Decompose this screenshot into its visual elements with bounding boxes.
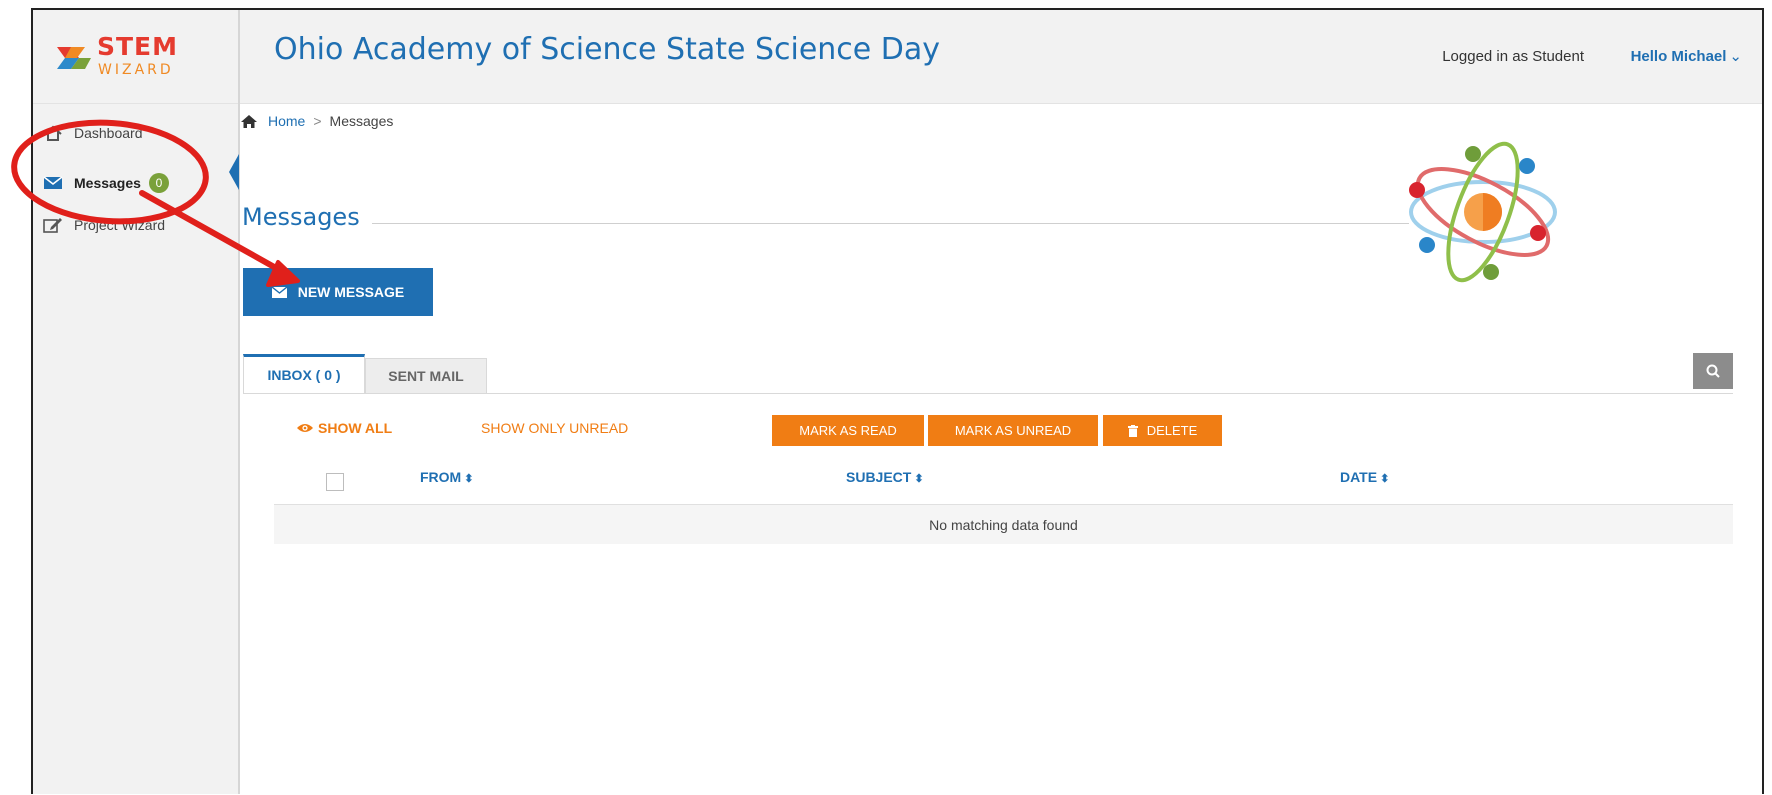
dashboard-icon [44,125,62,141]
column-header-from[interactable]: FROM ⬍ [420,469,473,485]
tab-sent-mail[interactable]: SENT MAIL [365,358,487,394]
column-label: FROM [420,469,462,485]
sidebar-item-project-wizard[interactable]: Project Wizard [43,213,165,237]
header: Ohio Academy of Science State Science Da… [240,10,1762,104]
mark-as-unread-button[interactable]: MARK AS UNREAD [928,415,1098,446]
tabs-divider [243,393,1733,394]
select-all-checkbox[interactable] [326,473,344,491]
stem-wizard-logo[interactable]: STEM WIZARD [33,10,238,104]
logged-in-status: Logged in as Student [1442,48,1584,65]
title-divider [372,223,1409,224]
eye-icon [297,424,313,432]
logo-mark-icon [57,47,91,69]
new-message-button[interactable]: NEW MESSAGE [243,268,433,316]
column-header-date[interactable]: DATE ⬍ [1340,469,1389,485]
app-title: Ohio Academy of Science State Science Da… [274,32,941,67]
user-menu[interactable]: Hello Michael ⌄ [1631,47,1742,65]
edit-icon [43,218,62,233]
envelope-icon [43,176,63,189]
logo-text-wizard: WIZARD [98,62,174,78]
messages-count-badge: 0 [148,173,169,193]
sidebar-item-label: Project Wizard [74,217,166,233]
sidebar-item-label: Dashboard [74,125,143,141]
home-icon [241,114,257,128]
sidebar: STEM WIZARD Dashboard Messages 0 Project… [33,10,240,794]
show-only-unread-filter[interactable]: SHOW ONLY UNREAD [481,420,628,436]
delete-label: DELETE [1146,423,1198,438]
table-empty-row: No matching data found [274,505,1733,544]
sidebar-item-dashboard[interactable]: Dashboard [43,121,143,145]
sidebar-item-label: Messages [74,175,141,191]
page-title: Messages [242,203,360,231]
breadcrumb: Home > Messages [240,113,393,129]
show-all-label: SHOW ALL [318,420,393,436]
sort-icon: ⬍ [1380,473,1390,485]
active-item-indicator [229,154,239,190]
sidebar-item-messages[interactable]: Messages 0 [43,171,169,195]
sort-icon: ⬍ [914,473,924,485]
logo-text-stem: STEM [97,32,179,61]
breadcrumb-separator: > [313,113,322,129]
sort-icon: ⬍ [464,473,474,485]
new-message-label: NEW MESSAGE [297,284,405,300]
search-icon [1706,364,1720,378]
column-header-subject[interactable]: SUBJECT ⬍ [846,469,924,485]
column-label: DATE [1340,469,1378,485]
breadcrumb-current: Messages [329,113,394,129]
trash-icon [1127,424,1138,437]
show-all-filter[interactable]: SHOW ALL [296,420,392,436]
chevron-down-icon: ⌄ [1729,48,1742,65]
delete-button[interactable]: DELETE [1103,415,1222,446]
search-button[interactable] [1693,353,1733,389]
mark-as-read-button[interactable]: MARK AS READ [772,415,924,446]
breadcrumb-home-link[interactable]: Home [268,113,305,129]
envelope-icon [271,286,287,298]
user-greeting: Hello Michael [1630,48,1727,65]
tab-inbox[interactable]: INBOX ( 0 ) [243,354,365,394]
column-label: SUBJECT [846,469,912,485]
atom-icon [1409,141,1557,283]
